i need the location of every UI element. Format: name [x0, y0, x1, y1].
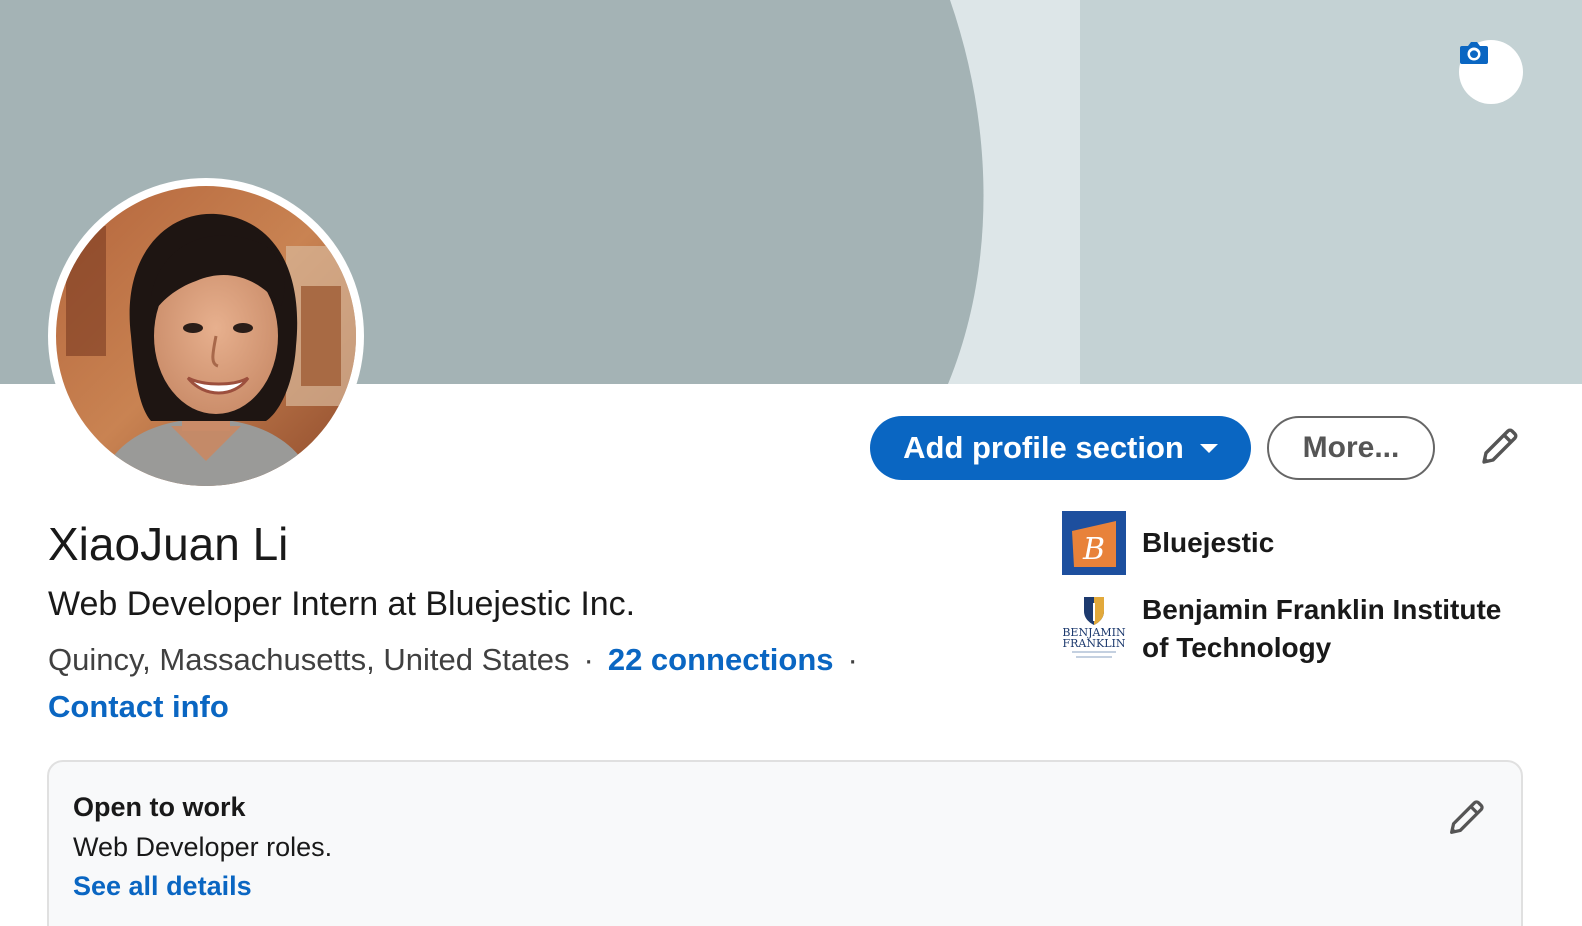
profile-page: Add profile section More... XiaoJuan Li … — [0, 0, 1582, 926]
profile-headline: Web Developer Intern at Bluejestic Inc. — [48, 585, 636, 623]
open-to-work-description: Web Developer roles. — [73, 832, 333, 862]
camera-icon — [1460, 42, 1488, 64]
see-all-details-row: See all details — [73, 869, 252, 903]
contact-info-row: Contact info — [48, 687, 229, 727]
bluejestic-logo: B — [1062, 511, 1126, 575]
profile-photo[interactable] — [48, 178, 364, 494]
bfit-logo-line-2: FRANKLIN — [1063, 637, 1126, 650]
education-school[interactable]: BENJAMIN FRANKLIN Benjamin Franklin Inst… — [1062, 591, 1522, 667]
separator-dot: · — [583, 642, 594, 677]
location-row: Quincy, Massachusetts, United States · 22 … — [48, 640, 872, 680]
separator-dot: · — [847, 642, 858, 677]
pencil-icon — [1450, 800, 1484, 834]
more-label: More... — [1302, 431, 1400, 464]
open-to-work-title: Open to work — [73, 792, 246, 822]
avatar-image — [56, 186, 356, 486]
add-profile-section-label: Add profile section — [903, 430, 1184, 465]
see-all-details-link[interactable]: See all details — [73, 871, 252, 901]
edit-open-to-work-button[interactable] — [1444, 796, 1488, 845]
contact-info-link[interactable]: Contact info — [48, 689, 229, 724]
school-name: Benjamin Franklin Institute of Technolog… — [1142, 594, 1502, 663]
bluejestic-logo-letter: B — [1082, 532, 1105, 567]
edit-intro-button[interactable] — [1476, 424, 1522, 475]
profile-name: XiaoJuan Li — [48, 518, 289, 570]
connections-link[interactable]: 22 connections — [608, 642, 834, 677]
current-company[interactable]: B Bluejestic — [1062, 511, 1522, 575]
add-profile-section-button[interactable]: Add profile section — [870, 416, 1251, 480]
bfit-logo: BENJAMIN FRANKLIN — [1062, 591, 1126, 663]
profile-location: Quincy, Massachusetts, United States — [48, 642, 570, 677]
pencil-icon — [1482, 428, 1518, 464]
more-button[interactable]: More... — [1267, 416, 1435, 480]
edit-cover-button[interactable] — [1459, 40, 1523, 104]
caret-down-icon — [1199, 443, 1218, 453]
open-to-work-card: Open to work Web Developer roles. See al… — [47, 760, 1523, 926]
company-name: Bluejestic — [1142, 527, 1275, 558]
